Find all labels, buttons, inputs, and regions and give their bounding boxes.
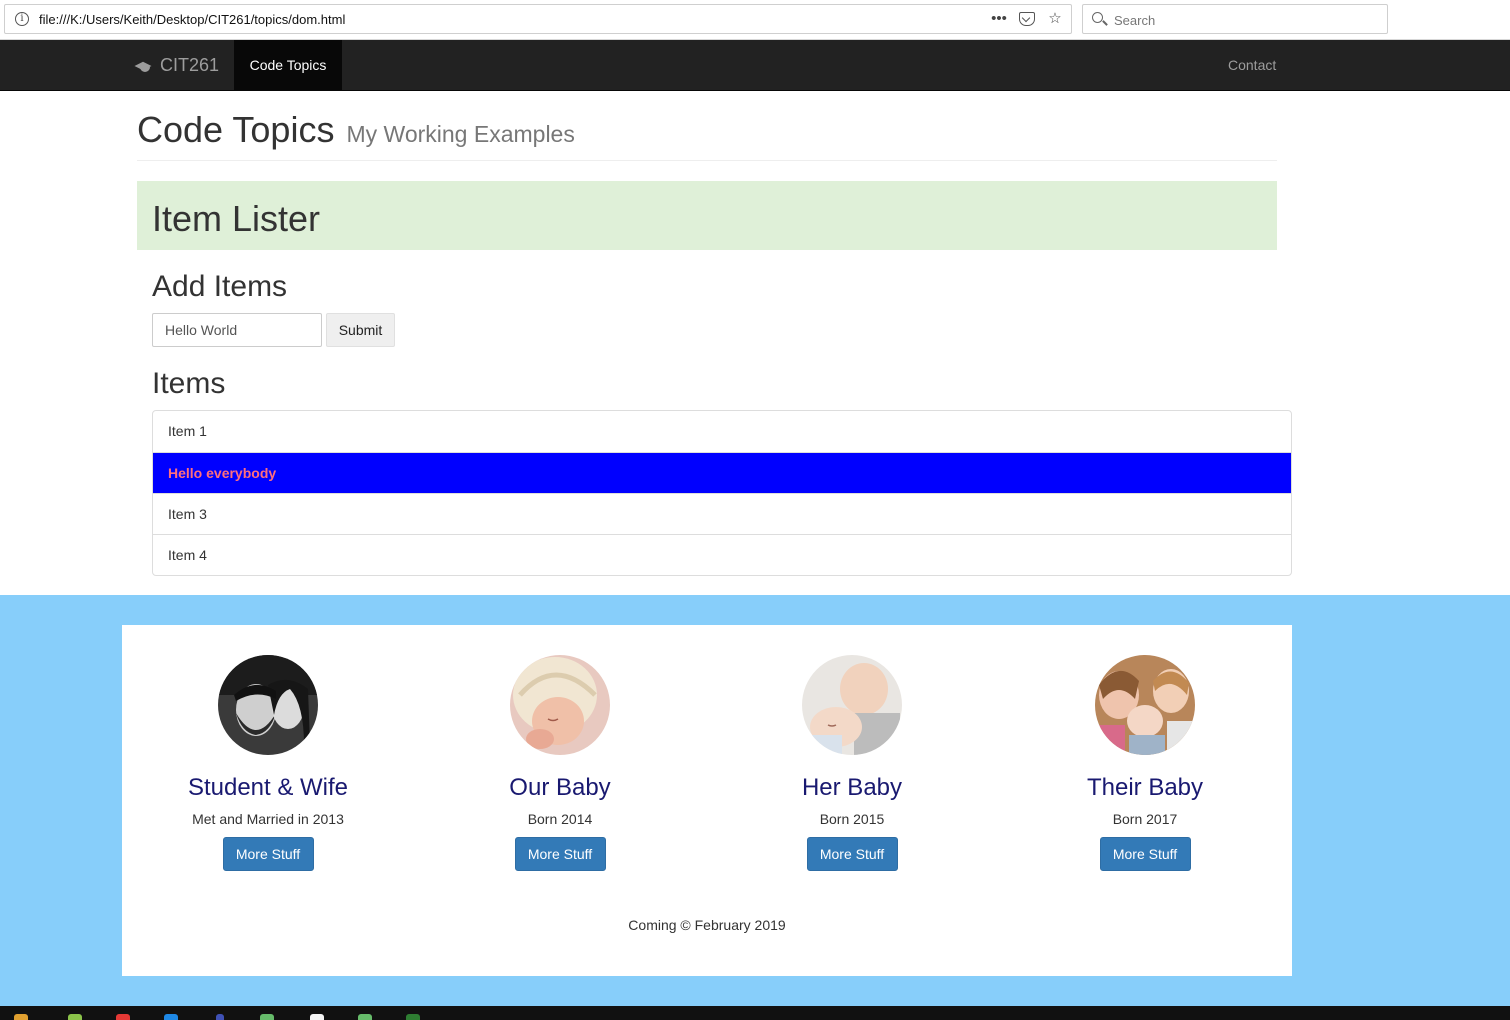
page-title-text: Code Topics [137,109,335,150]
card-their-baby: Their Baby Born 2017 More Stuff [999,655,1291,871]
browser-toolbar: i file:///K:/Users/Keith/Desktop/CIT261/… [0,0,1510,40]
address-bar[interactable]: i file:///K:/Users/Keith/Desktop/CIT261/… [4,4,1072,34]
avatar [1095,655,1195,755]
card-title: Their Baby [1086,774,1204,801]
taskbar-app-icon[interactable] [310,1014,324,1020]
brand-link[interactable]: CIT261 [136,55,219,76]
search-icon [1092,12,1103,23]
family-panel: Student & Wife Met and Married in 2013 M… [122,625,1292,976]
taskbar-app-icon[interactable] [116,1014,130,1020]
family-section: Student & Wife Met and Married in 2013 M… [0,595,1510,1007]
card-title: Student & Wife [187,774,349,801]
list-item: Item 4 [153,534,1291,575]
browser-search-box[interactable]: Search [1082,4,1388,34]
avatar [510,655,610,755]
taskbar-app-icon[interactable] [358,1014,372,1020]
more-stuff-button[interactable]: More Stuff [514,837,606,871]
card-student-wife: Student & Wife Met and Married in 2013 M… [122,655,414,871]
jumbotron: Item Lister [137,181,1277,250]
items-heading: Items [152,367,226,400]
item-input[interactable] [152,313,322,347]
list-item: Hello everybody [153,452,1291,493]
list-item: Item 1 [168,423,207,439]
taskbar-app-icon[interactable] [216,1014,224,1020]
card-text: Born 2017 [1112,811,1178,827]
url-text[interactable]: file:///K:/Users/Keith/Desktop/CIT261/to… [39,12,345,27]
card-text: Born 2014 [527,811,593,827]
page-header: Code Topics My Working Examples [137,110,1277,161]
page-subtitle: My Working Examples [346,121,575,147]
card-her-baby: Her Baby Born 2015 More Stuff [706,655,998,871]
jumbotron-title: Item Lister [152,198,321,239]
submit-button[interactable]: Submit [326,313,395,347]
site-navbar: CIT261 Code Topics Contact [0,40,1510,91]
page-actions-icon[interactable]: ••• [991,10,1007,28]
nav-item-contact[interactable]: Contact [1228,40,1276,90]
taskbar-app-icon[interactable] [406,1014,420,1020]
taskbar-app-icon[interactable] [68,1014,82,1020]
card-text: Met and Married in 2013 [192,811,344,827]
start-icon[interactable] [14,1014,28,1020]
search-placeholder: Search [1114,13,1156,28]
bookmark-star-icon[interactable]: ☆ [1047,10,1063,28]
card-text: Born 2015 [819,811,885,827]
copyright-text: Coming © February 2019 [628,917,786,933]
graduation-cap-icon [136,59,156,73]
nav-item-code-topics[interactable]: Code Topics [234,40,342,90]
more-stuff-button[interactable]: More Stuff [806,837,898,871]
brand-label: CIT261 [160,55,220,75]
item-list: Item 1 Hello everybody Item 3 Item 4 [152,410,1292,576]
card-our-baby: Our Baby Born 2014 More Stuff [414,655,706,871]
card-title: Her Baby [801,774,903,801]
card-title: Our Baby [509,774,611,801]
avatar [802,655,902,755]
list-item: Item 3 [153,493,1291,534]
more-stuff-button[interactable]: More Stuff [222,837,314,871]
more-stuff-button[interactable]: More Stuff [1099,837,1191,871]
os-taskbar [0,1006,1510,1020]
site-info-icon[interactable]: i [15,12,29,26]
avatar [218,655,318,755]
taskbar-app-icon[interactable] [260,1014,274,1020]
taskbar-app-icon[interactable] [164,1014,178,1020]
pocket-icon[interactable] [1019,12,1035,26]
page-title: Code Topics My Working Examples [137,110,1277,154]
add-items-heading: Add Items [152,270,288,303]
